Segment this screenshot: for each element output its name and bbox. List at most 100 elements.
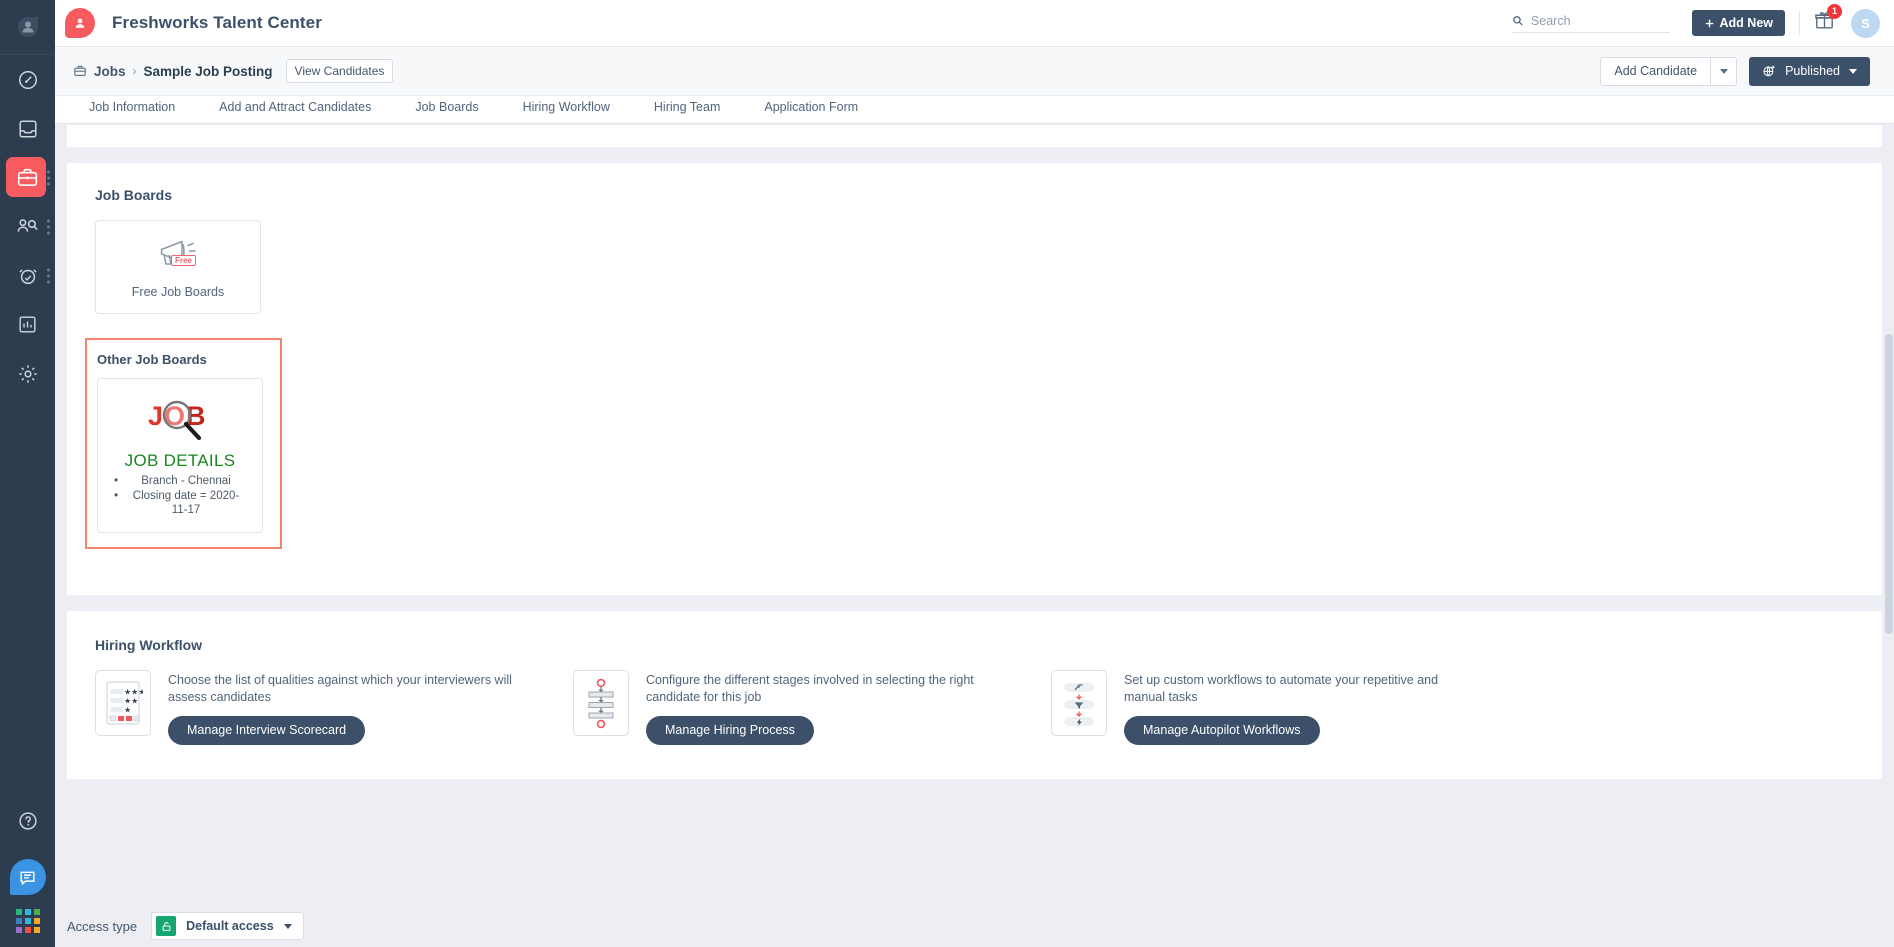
tab-add-attract-candidates[interactable]: Add and Attract Candidates	[197, 96, 393, 118]
tab-job-boards[interactable]: Job Boards	[393, 96, 500, 118]
hiring-workflow-items: ★★★ ★★ ★ Choose the list of qualities ag…	[67, 669, 1882, 745]
topbar-divider	[1799, 11, 1800, 35]
svg-text:★★★: ★★★	[124, 687, 143, 696]
manage-interview-scorecard-button[interactable]: Manage Interview Scorecard	[168, 715, 366, 745]
tab-application-form[interactable]: Application Form	[742, 96, 880, 118]
rail-drag-dots[interactable]	[47, 170, 50, 185]
search-icon	[1512, 16, 1523, 26]
automation-flow-icon	[1051, 669, 1107, 736]
sidebar-item-help[interactable]	[0, 796, 55, 845]
gear-icon	[17, 363, 39, 385]
chevron-down-icon	[1849, 68, 1857, 74]
add-candidate-dropdown-toggle[interactable]	[1710, 56, 1738, 86]
search-box[interactable]	[1511, 13, 1670, 33]
add-new-label: Add New	[1719, 16, 1773, 30]
scorecard-stars-icon: ★★★ ★★ ★	[95, 669, 151, 736]
workflow-description: Set up custom workflows to automate your…	[1124, 672, 1439, 704]
workflow-description: Choose the list of qualities against whi…	[168, 672, 512, 704]
globe-publish-icon	[1763, 65, 1775, 77]
briefcase-icon	[16, 166, 39, 189]
left-nav-rail	[0, 0, 55, 947]
workflow-description: Configure the different stages involved …	[646, 672, 974, 704]
workflow-item-hiring-process: Configure the different stages involved …	[573, 669, 1051, 745]
tab-hiring-team[interactable]: Hiring Team	[632, 96, 742, 118]
job-details-bullets: Branch - Chennai Closing date = 2020-11-…	[104, 473, 256, 518]
chevron-down-icon	[1719, 68, 1728, 74]
topbar-actions: Add New 1 S	[1511, 4, 1894, 38]
app-switcher-grid-icon[interactable]	[15, 909, 40, 933]
published-status-button[interactable]: Published	[1749, 56, 1870, 86]
inbox-icon	[17, 118, 39, 140]
hiring-workflow-title: Hiring Workflow	[95, 636, 203, 653]
manage-hiring-process-button[interactable]: Manage Hiring Process	[646, 715, 814, 745]
svg-text:J: J	[148, 401, 163, 431]
alarm-clock-icon	[17, 265, 39, 287]
megaphone-icon: Free	[155, 236, 201, 275]
content-scrollbar-thumb[interactable]	[1885, 334, 1893, 634]
sidebar-item-settings[interactable]	[0, 349, 55, 398]
bar-chart-icon	[17, 314, 38, 335]
chat-bubble-icon	[20, 871, 35, 885]
access-type-label: Access type	[67, 918, 138, 934]
workflow-body: Choose the list of qualities against whi…	[168, 670, 520, 745]
workflow-body: Configure the different stages involved …	[646, 670, 998, 745]
page-content: Job Boards Free Free Job Boards Other Jo…	[55, 125, 1894, 905]
breadcrumb-jobs-link[interactable]: Jobs	[94, 64, 126, 79]
tab-hiring-workflow[interactable]: Hiring Workflow	[501, 96, 632, 118]
person-avatar-icon	[17, 17, 38, 37]
job-details-heading: JOB DETAILS	[124, 451, 236, 470]
breadcrumb: Jobs › Sample Job Posting	[73, 64, 273, 79]
pipeline-stages-icon	[573, 669, 629, 736]
manage-autopilot-workflows-button[interactable]: Manage Autopilot Workflows	[1124, 715, 1320, 745]
add-candidate-button[interactable]: Add Candidate	[1600, 56, 1711, 86]
rail-drag-dots[interactable]	[47, 268, 50, 283]
workflow-body: Set up custom workflows to automate your…	[1124, 670, 1476, 745]
notification-badge: 1	[1827, 4, 1842, 19]
sidebar-item-inbox[interactable]	[0, 104, 55, 153]
hiring-workflow-section: Hiring Workflow ★★★ ★★ ★ Choose the list…	[67, 610, 1882, 779]
list-item: Branch - Chennai	[104, 473, 256, 489]
sidebar-item-candidates[interactable]	[0, 202, 55, 251]
job-details-board-tile[interactable]: J O B JOB DETAILS Branch - Chennai Closi…	[97, 378, 263, 533]
rail-drag-dots[interactable]	[47, 219, 50, 234]
avatar[interactable]: S	[1851, 8, 1880, 38]
sidebar-item-tasks[interactable]	[0, 251, 55, 300]
gift-button[interactable]: 1	[1814, 4, 1842, 36]
add-new-button[interactable]: Add New	[1691, 10, 1785, 36]
job-boards-section: Job Boards Free Free Job Boards Other Jo…	[67, 163, 1882, 595]
workflow-item-autopilot: Set up custom workflows to automate your…	[1051, 669, 1529, 745]
add-candidate-split-button: Add Candidate	[1600, 56, 1738, 86]
chevron-down-icon	[283, 923, 292, 929]
page-title: Freshworks Talent Center	[112, 13, 322, 32]
page-subheader: Jobs › Sample Job Posting View Candidate…	[55, 47, 1894, 96]
published-label: Published	[1785, 64, 1840, 78]
free-job-boards-row: Free Free Job Boards	[67, 220, 1882, 314]
subheader-actions: Add Candidate Published	[1600, 56, 1870, 86]
job-magnifier-logo: J O B	[104, 391, 256, 443]
access-type-value: Default access	[186, 919, 274, 933]
tab-job-information[interactable]: Job Information	[67, 96, 197, 118]
job-tabs: Job Information Add and Attract Candidat…	[55, 96, 1894, 124]
plus-icon	[1705, 19, 1713, 27]
sidebar-item-jobs[interactable]	[0, 153, 55, 202]
sidebar-item-reports[interactable]	[0, 300, 55, 349]
svg-text:★★: ★★	[124, 696, 138, 705]
workflow-item-scorecard: ★★★ ★★ ★ Choose the list of qualities ag…	[95, 669, 573, 745]
breadcrumb-separator: ›	[132, 64, 137, 78]
question-circle-icon	[17, 810, 39, 832]
person-avatar-icon	[75, 18, 85, 28]
view-candidates-button[interactable]: View Candidates	[285, 59, 394, 83]
search-input[interactable]	[1530, 13, 1670, 28]
content-scrollbar-track[interactable]	[1883, 250, 1894, 863]
access-type-dropdown[interactable]: Default access	[151, 912, 304, 940]
free-job-boards-tile[interactable]: Free Free Job Boards	[95, 220, 261, 314]
other-job-boards-section: Other Job Boards J O B JOB DETAILS Branc…	[85, 338, 282, 549]
app-topbar: Freshworks Talent Center Add New 1 S	[55, 0, 1894, 47]
chat-bubble-button[interactable]	[9, 859, 46, 895]
people-search-icon	[16, 215, 39, 238]
rail-brand-avatar[interactable]	[0, 0, 55, 55]
speedometer-icon	[17, 69, 39, 91]
other-job-boards-title: Other Job Boards	[97, 352, 207, 367]
sidebar-item-dashboard[interactable]	[0, 55, 55, 104]
freshworks-logo-icon	[65, 8, 95, 38]
